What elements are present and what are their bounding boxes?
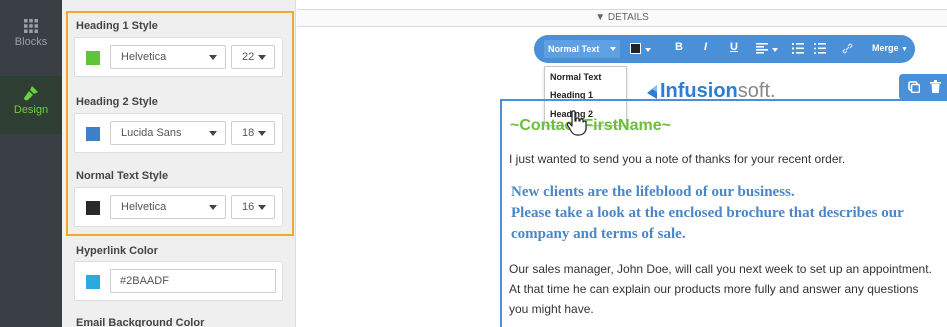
chevron-down-icon [209, 131, 217, 136]
left-rail: Blocks Design [0, 0, 62, 327]
heading2-style-row: Lucida Sans 18 [74, 113, 283, 153]
heading-line: company and terms of sale. [511, 226, 686, 242]
email-intro-text[interactable]: I just wanted to send you a note of than… [509, 152, 845, 166]
email-body-text[interactable]: Our sales manager, John Doe, will call y… [509, 259, 947, 319]
body-line: At that time he can explain our products… [509, 282, 919, 296]
bullet-list-icon[interactable] [814, 43, 826, 54]
rail-label-design: Design [13, 104, 49, 116]
grid-icon [24, 19, 38, 33]
heading1-font-value: Helvetica [121, 51, 167, 63]
heading1-style-row: Helvetica 22 [74, 37, 283, 77]
rail-item-blocks[interactable]: Blocks [0, 10, 62, 70]
normal-size-select[interactable]: 16 [231, 195, 275, 219]
underline-button[interactable]: U [730, 41, 738, 53]
body-line: Our sales manager, John Doe, will call y… [509, 262, 932, 276]
heading1-font-select[interactable]: Helvetica [110, 45, 226, 69]
heading2-style-title: Heading 2 Style [76, 96, 158, 108]
heading-line: New clients are the lifeblood of our bus… [511, 184, 795, 200]
merge-label: Merge [872, 43, 899, 53]
text-color-button[interactable] [630, 43, 641, 54]
copy-icon[interactable] [908, 81, 920, 93]
heading1-style-title: Heading 1 Style [76, 20, 158, 32]
pin-icon: ▼ [595, 12, 606, 23]
normal-font-value: Helvetica [121, 201, 167, 213]
text-style-select[interactable]: Normal Text [544, 40, 620, 58]
italic-button[interactable]: I [704, 41, 707, 53]
chevron-down-icon [610, 47, 616, 51]
normal-color-swatch[interactable] [86, 201, 100, 215]
heading1-size-select[interactable]: 22 [231, 45, 275, 69]
ordered-list-icon[interactable] [792, 43, 804, 54]
block-actions [899, 74, 947, 100]
heading-line: Please take a look at the enclosed broch… [511, 205, 904, 221]
rail-label-blocks: Blocks [14, 36, 48, 48]
menu-item-normal-text[interactable]: Normal Text [550, 70, 601, 84]
background-color-title: Email Background Color [76, 317, 205, 327]
chevron-down-icon [645, 48, 651, 52]
text-style-value: Normal Text [548, 44, 600, 54]
infusionsoft-logo-mark-icon [647, 85, 657, 99]
chevron-down-icon: ▼ [901, 46, 908, 53]
heading1-size-value: 22 [242, 51, 255, 63]
paint-brush-icon [24, 86, 38, 101]
chevron-down-icon [209, 205, 217, 210]
heading2-size-select[interactable]: 18 [231, 121, 275, 145]
normal-style-title: Normal Text Style [76, 170, 169, 182]
heading2-size-value: 18 [242, 127, 255, 139]
chevron-down-icon [772, 48, 778, 52]
details-toggle[interactable]: ▼ DETAILS [297, 9, 947, 27]
link-icon[interactable] [842, 43, 853, 54]
body-line: you might have. [509, 302, 594, 316]
trash-icon[interactable] [930, 80, 941, 93]
hyperlink-color-swatch[interactable] [86, 275, 100, 289]
normal-size-value: 16 [242, 201, 255, 213]
hyperlink-color-input[interactable]: #2BAADF [110, 269, 276, 293]
rail-item-design[interactable]: Design [0, 76, 62, 134]
normal-font-select[interactable]: Helvetica [110, 195, 226, 219]
email-heading-2[interactable]: New clients are the lifeblood of our bus… [511, 182, 947, 245]
chevron-down-icon [209, 55, 217, 60]
heading2-color-swatch[interactable] [86, 127, 100, 141]
hyperlink-color-title: Hyperlink Color [76, 245, 158, 257]
email-greeting[interactable]: ~Contact.FirstName~ [510, 117, 671, 135]
chevron-down-icon [258, 131, 266, 136]
align-icon[interactable] [756, 43, 768, 54]
hand-pointer-cursor-icon [566, 110, 587, 136]
heading2-font-select[interactable]: Lucida Sans [110, 121, 226, 145]
hyperlink-color-row: #2BAADF [74, 261, 283, 301]
chevron-down-icon [258, 55, 266, 60]
formatting-toolbar: Normal Text B I U Merge ▼ [534, 35, 915, 63]
chevron-down-icon [258, 205, 266, 210]
normal-style-row: Helvetica 16 [74, 187, 283, 227]
merge-button[interactable]: Merge ▼ [872, 43, 908, 53]
details-label: DETAILS [607, 12, 649, 23]
bold-button[interactable]: B [675, 41, 683, 53]
heading2-font-value: Lucida Sans [121, 127, 182, 139]
heading1-color-swatch[interactable] [86, 51, 100, 65]
